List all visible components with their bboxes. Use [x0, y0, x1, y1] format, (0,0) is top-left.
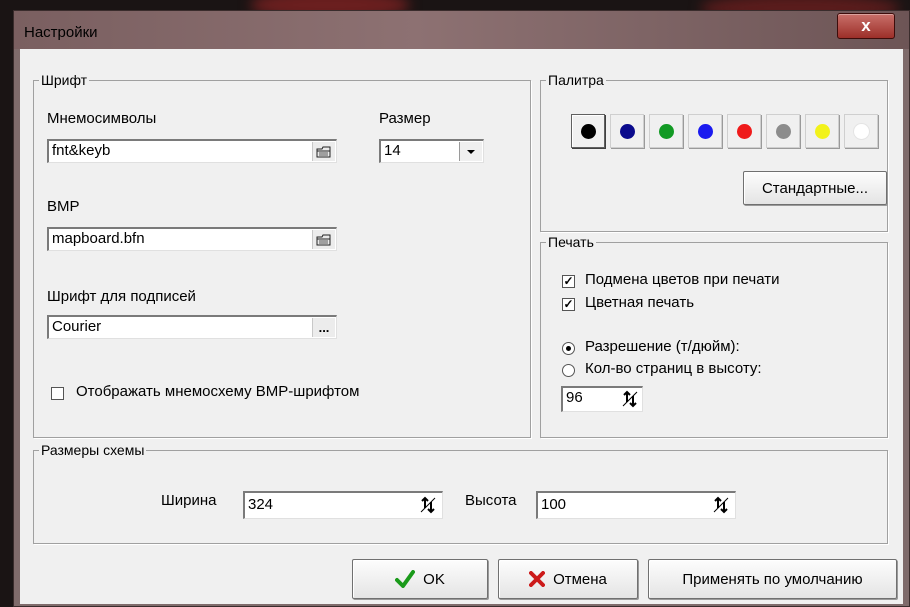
bmp-value: mapboard.bfn	[52, 230, 145, 247]
color-swatch-yellow[interactable]	[805, 114, 839, 148]
captions-font-label: Шрифт для подписей	[47, 288, 196, 305]
cancel-label: Отмена	[553, 570, 607, 588]
color-dot	[619, 123, 635, 139]
width-label: Ширина	[161, 492, 217, 509]
bmp-label: BMP	[47, 198, 80, 215]
open-folder-icon[interactable]	[312, 142, 335, 161]
bmp-field[interactable]: mapboard.bfn	[47, 227, 337, 251]
palette-group: Палитра Стандартные...	[540, 72, 888, 232]
bmp-mnemo-checkbox[interactable]	[51, 387, 64, 400]
captions-font-value: Courier	[52, 318, 102, 335]
mnemo-field[interactable]: fnt&keyb	[47, 139, 337, 163]
print-value: 96	[566, 389, 583, 406]
color-swatch-blue[interactable]	[688, 114, 722, 148]
pages-height-label: Кол-во страниц в высоту:	[585, 360, 762, 377]
cross-icon	[529, 571, 546, 587]
spinner-icon[interactable]	[418, 496, 438, 514]
color-print-checkbox[interactable]: ✓	[562, 298, 575, 311]
palette-group-legend: Палитра	[546, 72, 606, 88]
close-icon: x	[861, 16, 871, 35]
checkmark-icon	[395, 570, 416, 588]
scheme-size-group: Размеры схемы Ширина 324 Высота 100	[33, 442, 888, 544]
color-dot	[853, 123, 869, 139]
width-input[interactable]: 324	[243, 491, 443, 519]
height-label: Высота	[465, 492, 517, 509]
close-button[interactable]: x	[837, 13, 895, 39]
height-value: 100	[541, 496, 567, 513]
color-dot	[697, 123, 713, 139]
color-swatch-white[interactable]	[844, 114, 878, 148]
size-select[interactable]: 14	[379, 139, 484, 163]
browse-button[interactable]: ...	[312, 318, 335, 337]
standard-palette-button[interactable]: Стандартные...	[743, 171, 887, 205]
print-group-legend: Печать	[546, 234, 596, 250]
resolution-radio[interactable]	[562, 342, 575, 355]
color-dot	[775, 123, 791, 139]
color-swatch-red[interactable]	[727, 114, 761, 148]
color-swatch-black[interactable]	[571, 114, 605, 148]
ok-label: OK	[423, 570, 445, 588]
open-folder-icon[interactable]	[312, 230, 335, 249]
font-group-legend: Шрифт	[39, 72, 90, 88]
color-dot	[580, 123, 596, 139]
height-input[interactable]: 100	[536, 491, 736, 519]
settings-dialog: Настройки x Шрифт Мнемосимволы fnt&keyb …	[13, 10, 910, 607]
scheme-size-legend: Размеры схемы	[39, 442, 147, 458]
mnemo-label: Мнемосимволы	[47, 110, 157, 127]
color-dot	[658, 123, 674, 139]
resolution-label: Разрешение (т/дюйм):	[585, 338, 740, 355]
captions-font-field[interactable]: Courier ...	[47, 315, 337, 339]
color-swatch-gray[interactable]	[766, 114, 800, 148]
color-swatch-navy[interactable]	[610, 114, 644, 148]
chevron-down-icon[interactable]	[459, 142, 482, 161]
font-group: Шрифт Мнемосимволы fnt&keyb Размер 14 BM…	[33, 72, 531, 438]
color-swatch-green[interactable]	[649, 114, 683, 148]
color-print-label: Цветная печать	[585, 294, 695, 311]
spinner-icon[interactable]	[711, 496, 731, 514]
cancel-button[interactable]: Отмена	[498, 559, 638, 599]
window-title: Настройки	[24, 24, 98, 41]
size-label: Размер	[379, 110, 431, 127]
replace-colors-checkbox[interactable]: ✓	[562, 275, 575, 288]
ok-button[interactable]: OK	[352, 559, 488, 599]
replace-colors-label: Подмена цветов при печати	[585, 271, 780, 288]
size-value: 14	[384, 142, 401, 159]
print-value-input[interactable]: 96	[561, 386, 643, 412]
dialog-body: Шрифт Мнемосимволы fnt&keyb Размер 14 BM…	[20, 49, 903, 604]
bmp-mnemo-checkbox-label: Отображать мнемосхему BMP-шрифтом	[76, 383, 360, 400]
width-value: 324	[248, 496, 274, 513]
mnemo-value: fnt&keyb	[52, 142, 111, 159]
color-dot	[814, 123, 830, 139]
color-dot	[736, 123, 752, 139]
pages-height-radio[interactable]	[562, 364, 575, 377]
title-bar[interactable]: Настройки x	[14, 11, 909, 49]
apply-defaults-button[interactable]: Применять по умолчанию	[648, 559, 897, 599]
print-group: Печать ✓ Подмена цветов при печати ✓ Цве…	[540, 234, 888, 438]
spinner-icon[interactable]	[620, 390, 640, 408]
